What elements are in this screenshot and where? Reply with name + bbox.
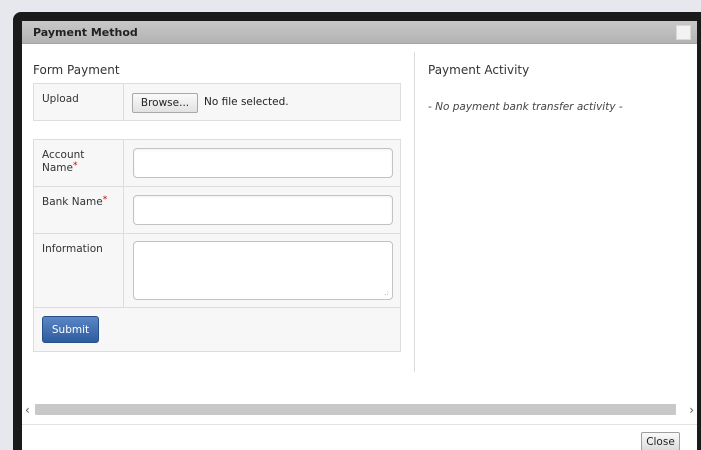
scroll-left-icon[interactable]: ‹	[25, 403, 30, 417]
account-name-row: Account Name*	[34, 140, 400, 187]
required-marker: *	[102, 195, 108, 205]
upload-label: Upload	[34, 84, 124, 120]
column-divider	[414, 52, 415, 372]
form-payment-heading: Form Payment	[33, 63, 120, 77]
browse-button[interactable]: Browse...	[132, 93, 198, 113]
horizontal-scrollbar[interactable]: ‹ ›	[22, 402, 697, 418]
close-button[interactable]: Close	[641, 432, 680, 450]
dialog-titlebar[interactable]: Payment Method	[22, 21, 697, 44]
submit-row: Submit	[34, 308, 400, 351]
resize-grip-icon[interactable]: .:	[384, 290, 389, 297]
bank-name-label: Bank Name*	[34, 187, 124, 233]
upload-row: Upload Browse... No file selected.	[34, 84, 400, 120]
titlebar-close-icon[interactable]	[676, 25, 691, 40]
account-name-label-text: Account Name	[42, 149, 85, 175]
bank-name-row: Bank Name*	[34, 187, 400, 234]
submit-button[interactable]: Submit	[42, 316, 99, 343]
information-label: Information	[34, 234, 124, 307]
scroll-right-icon[interactable]: ›	[689, 403, 694, 417]
no-activity-message: - No payment bank transfer activity -	[428, 101, 623, 113]
file-status: No file selected.	[204, 96, 289, 108]
required-marker: *	[72, 161, 78, 172]
scrollbar-thumb[interactable]	[35, 404, 676, 415]
dialog-content: Form Payment Upload Browse... No file se…	[22, 44, 697, 402]
information-row: Information .:	[34, 234, 400, 308]
account-form-panel: Account Name* Bank Name* Information .: …	[33, 139, 401, 352]
upload-panel: Upload Browse... No file selected.	[33, 83, 401, 121]
account-name-input[interactable]	[133, 148, 393, 178]
payment-activity-heading: Payment Activity	[428, 63, 530, 77]
bank-name-input[interactable]	[133, 195, 393, 225]
information-textarea[interactable]: .:	[133, 241, 393, 300]
dialog-footer: Close	[22, 424, 697, 450]
dialog-title: Payment Method	[33, 26, 138, 39]
bank-name-label-text: Bank Name	[42, 196, 103, 208]
payment-method-dialog: Payment Method Form Payment Upload Brows…	[22, 21, 697, 450]
account-name-label: Account Name*	[34, 140, 124, 186]
